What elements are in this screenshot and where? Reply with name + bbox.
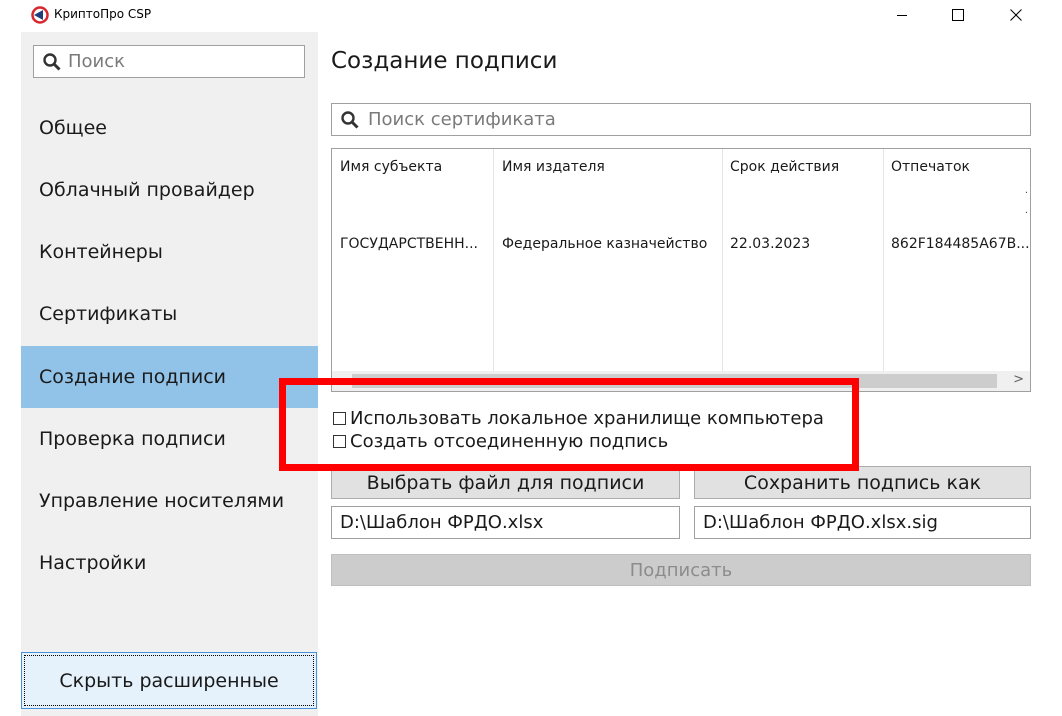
- certificate-search-placeholder: Поиск сертификата: [368, 109, 556, 130]
- detached-signature-checkbox[interactable]: [333, 435, 346, 448]
- column-thumbprint: Отпечаток . .: [884, 149, 1030, 371]
- certificate-search-input[interactable]: Поиск сертификата: [331, 103, 1031, 136]
- column-header-issuer[interactable]: Имя издателя: [502, 159, 605, 175]
- overflow-dot: .: [1024, 205, 1028, 216]
- sidebar-item-general[interactable]: Общее: [21, 97, 318, 159]
- select-file-button[interactable]: Выбрать файл для подписи: [331, 466, 680, 499]
- horizontal-scrollbar[interactable]: >: [332, 371, 1030, 391]
- sidebar-item-containers[interactable]: Контейнеры: [21, 221, 318, 283]
- output-file-field[interactable]: D:\Шаблон ФРДО.xlsx.sig: [694, 506, 1031, 539]
- maximize-icon: [952, 9, 964, 21]
- sidebar-item-settings[interactable]: Настройки: [21, 532, 318, 594]
- scroll-right-icon[interactable]: >: [1013, 372, 1024, 387]
- sidebar-item-media-management[interactable]: Управление носителями: [21, 470, 318, 532]
- column-validity: Срок действия: [723, 149, 884, 371]
- page-title: Создание подписи: [331, 48, 558, 74]
- sidebar: Поиск Общее Облачный провайдер Контейнер…: [21, 32, 318, 716]
- column-header-thumbprint[interactable]: Отпечаток: [891, 159, 970, 175]
- sidebar-item-verify-signature[interactable]: Проверка подписи: [21, 408, 318, 470]
- cell-subject: ГОСУДАРСТВЕНН...: [340, 236, 479, 252]
- minimize-icon: [897, 15, 907, 16]
- title-bar: КриптоПро CSP: [0, 0, 1062, 32]
- sidebar-search-placeholder: Поиск: [68, 51, 126, 72]
- local-store-label: Использовать локальное хранилище компьют…: [350, 408, 824, 429]
- sidebar-search-input[interactable]: Поиск: [33, 45, 305, 78]
- column-header-subject[interactable]: Имя субъекта: [340, 159, 442, 175]
- sidebar-item-cloud-provider[interactable]: Облачный провайдер: [21, 159, 318, 221]
- column-issuer: Имя издателя: [494, 149, 723, 371]
- close-button[interactable]: [993, 0, 1039, 30]
- close-icon: [1010, 9, 1022, 21]
- search-icon: [341, 110, 359, 129]
- certificate-table: Имя субъекта Имя издателя Срок действия …: [331, 148, 1031, 392]
- detached-signature-label: Создать отсоединенную подпись: [350, 431, 669, 452]
- local-store-checkbox[interactable]: [333, 412, 346, 425]
- overflow-dot: .: [1024, 185, 1028, 196]
- scrollbar-thumb[interactable]: [352, 374, 997, 388]
- cell-validity: 22.03.2023: [730, 236, 811, 252]
- sidebar-item-create-signature[interactable]: Создание подписи: [21, 346, 318, 408]
- detached-signature-checkbox-row[interactable]: Создать отсоединенную подпись: [333, 431, 668, 452]
- window-title: КриптоПро CSP: [54, 7, 152, 21]
- column-header-validity[interactable]: Срок действия: [730, 159, 839, 175]
- sidebar-item-certificates[interactable]: Сертификаты: [21, 283, 318, 345]
- search-icon: [43, 52, 61, 71]
- input-file-field[interactable]: D:\Шаблон ФРДО.xlsx: [331, 506, 680, 539]
- cryptopro-logo-icon: [31, 6, 49, 24]
- save-signature-as-button[interactable]: Сохранить подпись как: [694, 466, 1031, 499]
- cell-thumbprint: 862F184485A67B...: [891, 236, 1030, 252]
- sign-button[interactable]: Подписать: [331, 554, 1031, 586]
- hide-advanced-button[interactable]: Скрыть расширенные: [21, 652, 317, 709]
- local-store-checkbox-row[interactable]: Использовать локальное хранилище компьют…: [333, 408, 824, 429]
- column-subject: Имя субъекта: [332, 149, 494, 371]
- cell-issuer: Федеральное казначейство: [502, 236, 708, 252]
- minimize-button[interactable]: [879, 0, 925, 30]
- maximize-button[interactable]: [935, 0, 981, 30]
